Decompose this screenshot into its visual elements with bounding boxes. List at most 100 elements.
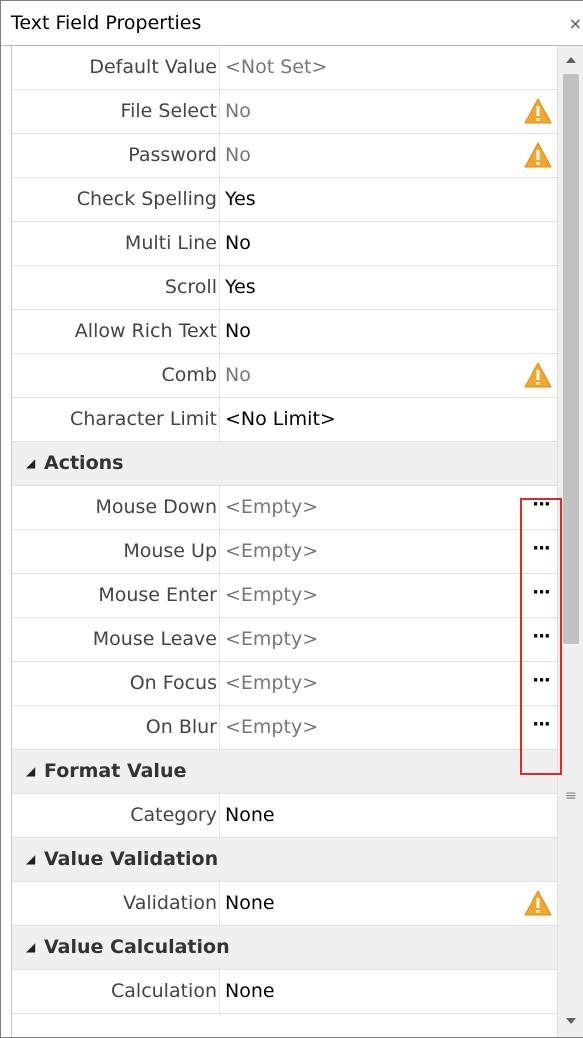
column-divider xyxy=(219,970,220,1013)
panel-titlebar: Text Field Properties × xyxy=(1,1,583,46)
property-name: Mouse Enter xyxy=(98,584,217,606)
column-divider xyxy=(219,662,220,705)
property-row-category[interactable]: Category None xyxy=(12,794,557,838)
property-row-calculation[interactable]: Calculation None xyxy=(12,970,557,1014)
property-row-mouse-leave[interactable]: Mouse Leave <Empty> ··· xyxy=(12,618,557,662)
column-divider xyxy=(219,530,220,573)
panel-title: Text Field Properties xyxy=(11,12,202,34)
property-row-check-spelling[interactable]: Check Spelling Yes xyxy=(12,178,557,222)
property-name: On Blur xyxy=(145,716,217,738)
property-row-mouse-up[interactable]: Mouse Up <Empty> ··· xyxy=(12,530,557,574)
property-name: Multi Line xyxy=(124,232,217,254)
column-divider xyxy=(219,574,220,617)
column-divider xyxy=(219,618,220,661)
collapse-triangle-icon[interactable]: ◢ xyxy=(26,442,35,485)
property-row-scroll[interactable]: Scroll Yes xyxy=(12,266,557,310)
property-name: Category xyxy=(130,804,217,826)
property-value[interactable]: None xyxy=(225,970,275,1013)
property-value[interactable]: No xyxy=(225,134,251,177)
property-value[interactable]: No xyxy=(225,354,251,397)
collapse-triangle-icon[interactable]: ◢ xyxy=(26,750,35,793)
column-divider xyxy=(219,706,220,749)
category-label: Format Value xyxy=(44,760,187,782)
property-name: Mouse Down xyxy=(95,496,217,518)
property-name: Mouse Up xyxy=(123,540,217,562)
property-row-on-blur[interactable]: On Blur <Empty> ··· xyxy=(12,706,557,750)
collapse-triangle-icon[interactable]: ◢ xyxy=(26,838,35,881)
property-name: Mouse Leave xyxy=(92,628,217,650)
ellipsis-button[interactable]: ··· xyxy=(526,706,556,749)
property-grid: Default Value <Not Set> File Select No Passw… xyxy=(11,46,557,1037)
property-row-allow-rich-text[interactable]: Allow Rich Text No xyxy=(12,310,557,354)
warning-icon xyxy=(524,361,552,388)
property-name: Validation xyxy=(123,892,217,914)
ellipsis-button[interactable]: ··· xyxy=(526,486,556,529)
property-row-on-focus[interactable]: On Focus <Empty> ··· xyxy=(12,662,557,706)
property-value[interactable]: No xyxy=(225,310,251,353)
property-value[interactable]: None xyxy=(225,794,275,837)
property-value[interactable]: None xyxy=(225,882,275,925)
scroll-down-arrow-icon[interactable] xyxy=(558,1009,583,1035)
vertical-scrollbar[interactable]: ≡ xyxy=(557,46,583,1037)
column-divider xyxy=(219,178,220,221)
category-label: Value Calculation xyxy=(44,936,230,958)
column-divider xyxy=(219,134,220,177)
property-value[interactable]: <Empty> xyxy=(225,530,318,573)
property-value[interactable]: <Empty> xyxy=(225,618,318,661)
warning-icon xyxy=(524,141,552,168)
property-value[interactable]: <Empty> xyxy=(225,574,318,617)
property-name: Password xyxy=(128,144,217,166)
ellipsis-button[interactable]: ··· xyxy=(526,662,556,705)
ellipsis-button[interactable]: ··· xyxy=(526,574,556,617)
category-actions[interactable]: ◢ Actions xyxy=(12,442,557,486)
property-name: File Select xyxy=(120,100,217,122)
property-name: Character Limit xyxy=(70,408,217,430)
property-row-validation[interactable]: Validation None xyxy=(12,882,557,926)
property-row-default-value[interactable]: Default Value <Not Set> xyxy=(12,46,557,90)
column-divider xyxy=(219,882,220,925)
category-value-calculation[interactable]: ◢ Value Calculation xyxy=(12,926,557,970)
close-icon[interactable]: × xyxy=(569,1,582,46)
scroll-up-arrow-icon[interactable] xyxy=(558,48,583,74)
property-row-multi-line[interactable]: Multi Line No xyxy=(12,222,557,266)
ellipsis-button[interactable]: ··· xyxy=(526,618,556,661)
property-row-mouse-enter[interactable]: Mouse Enter <Empty> ··· xyxy=(12,574,557,618)
property-value[interactable]: Yes xyxy=(225,266,256,309)
column-divider xyxy=(219,794,220,837)
property-value[interactable]: No xyxy=(225,222,251,265)
property-value[interactable]: No xyxy=(225,90,251,133)
property-name: Calculation xyxy=(111,980,217,1002)
property-row-comb[interactable]: Comb No xyxy=(12,354,557,398)
column-divider xyxy=(219,266,220,309)
warning-icon xyxy=(524,97,552,124)
property-row-character-limit[interactable]: Character Limit <No Limit> xyxy=(12,398,557,442)
column-divider xyxy=(219,398,220,441)
collapse-triangle-icon[interactable]: ◢ xyxy=(26,926,35,969)
property-value[interactable]: <Empty> xyxy=(225,662,318,705)
property-name: Check Spelling xyxy=(76,188,217,210)
property-name: Allow Rich Text xyxy=(74,320,217,342)
property-value[interactable]: <Empty> xyxy=(225,486,318,529)
property-value[interactable]: Yes xyxy=(225,178,256,221)
scrollbar-thumb[interactable] xyxy=(563,74,579,644)
property-row-password[interactable]: Password No xyxy=(12,134,557,178)
property-name: Comb xyxy=(161,364,217,386)
column-divider xyxy=(219,222,220,265)
column-divider xyxy=(219,354,220,397)
category-value-validation[interactable]: ◢ Value Validation xyxy=(12,838,557,882)
ellipsis-button[interactable]: ··· xyxy=(526,530,556,573)
property-value[interactable]: <Not Set> xyxy=(225,46,327,89)
properties-panel: Text Field Properties × Default Value <No… xyxy=(0,0,583,1038)
property-name: Scroll xyxy=(164,276,217,298)
column-divider xyxy=(219,90,220,133)
warning-icon xyxy=(524,889,552,916)
category-label: Value Validation xyxy=(44,848,219,870)
scrollbar-grip-icon: ≡ xyxy=(565,788,577,804)
property-value[interactable]: <Empty> xyxy=(225,706,318,749)
column-divider xyxy=(219,310,220,353)
property-row-file-select[interactable]: File Select No xyxy=(12,90,557,134)
property-value[interactable]: <No Limit> xyxy=(225,398,336,441)
property-row-mouse-down[interactable]: Mouse Down <Empty> ··· xyxy=(12,486,557,530)
category-format-value[interactable]: ◢ Format Value xyxy=(12,750,557,794)
column-divider xyxy=(219,46,220,89)
